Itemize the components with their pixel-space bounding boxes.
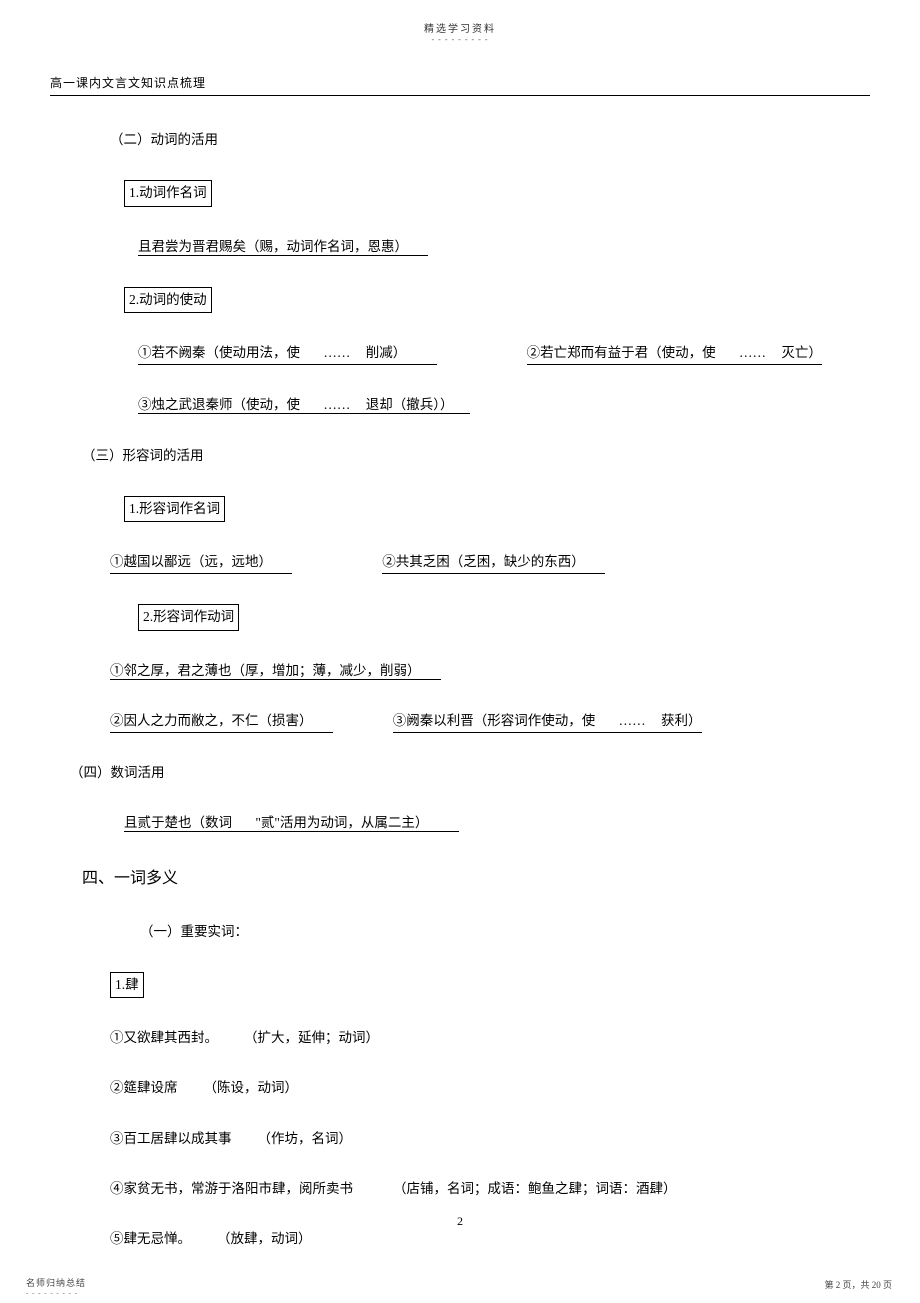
pad bbox=[457, 397, 471, 412]
t: 退却（撤兵）） bbox=[366, 397, 454, 412]
box-verb-as-noun: 1.动词作名词 bbox=[124, 180, 212, 206]
pad bbox=[410, 345, 437, 360]
footer-left: 名师归纳总结 bbox=[26, 1276, 86, 1289]
t: ②因人之力而敝之，不仁（损害） bbox=[110, 713, 306, 728]
pad bbox=[401, 239, 428, 254]
ex-adj-verb-3: ③阙秦以利晋（形容词作使动，使 …… 获利） bbox=[393, 711, 702, 733]
ex-num: 且贰于楚也（数词 "贰"活用为动词，从属二主） bbox=[124, 815, 459, 832]
t: 且贰于楚也（数词 bbox=[124, 815, 232, 830]
box-verb-causative: 2.动词的使动 bbox=[124, 287, 212, 313]
dots: …… bbox=[323, 345, 350, 360]
t: "贰"活用为动词，从属二主） bbox=[255, 815, 428, 830]
footer-left-dashes: - - - - - - - - - bbox=[26, 1289, 78, 1297]
t: ①越国以鄙远（远，远地） bbox=[110, 554, 265, 569]
t: 削减） bbox=[366, 345, 407, 360]
ex-adj-noun-1: ①越国以鄙远（远，远地） bbox=[110, 552, 292, 574]
t: ②若亡郑而有益于君（使动，使 bbox=[527, 345, 716, 360]
document-title: 高一课内文言文知识点梳理 bbox=[50, 74, 870, 96]
ex-adj-noun-2: ②共其乏困（乏困，缺少的东西） bbox=[382, 552, 605, 574]
si-2a: ②筵肆设席 bbox=[110, 1078, 178, 1098]
ex-verb-noun: 且君尝为晋君赐矣（赐，动词作名词，恩惠） bbox=[138, 239, 428, 256]
si-3a: ③百工居肆以成其事 bbox=[110, 1129, 232, 1149]
ex-adj-verb-1: ①邻之厚，君之薄也（厚，增加；薄，减少，削弱） bbox=[110, 663, 441, 680]
section-2-title: （二）动词的活用 bbox=[110, 130, 860, 150]
box-adj-as-noun: 1.形容词作名词 bbox=[124, 496, 225, 522]
si-3b: （作坊，名词） bbox=[258, 1129, 353, 1149]
box-adj-as-verb: 2.形容词作动词 bbox=[138, 604, 239, 630]
si-2b: （陈设，动词） bbox=[204, 1078, 299, 1098]
pad bbox=[414, 663, 441, 678]
pad bbox=[306, 713, 333, 728]
box-si: 1.肆 bbox=[110, 972, 144, 998]
page-header-dashes: - - - - - - - - - bbox=[50, 35, 870, 44]
si-5b: （放肆，动词） bbox=[217, 1229, 312, 1249]
t: ②共其乏困（乏困，缺少的东西） bbox=[382, 554, 578, 569]
pad bbox=[432, 815, 459, 830]
t: ①邻之厚，君之薄也（厚，增加；薄，减少，削弱） bbox=[110, 663, 414, 678]
t: 获利） bbox=[661, 713, 702, 728]
dots: …… bbox=[619, 713, 646, 728]
pad bbox=[265, 554, 292, 569]
si-1b: （扩大，延伸；动词） bbox=[244, 1028, 379, 1048]
ex-caus-1: ①若不阙秦（使动用法，使 …… 削减） bbox=[138, 343, 437, 365]
dots: …… bbox=[739, 345, 766, 360]
page-number: 2 bbox=[0, 1214, 920, 1229]
footer-right: 第 2 页，共 20 页 bbox=[824, 1278, 892, 1291]
si-5a: ⑤肆无忌惮。 bbox=[110, 1229, 191, 1249]
content-area: （二）动词的活用 1.动词作名词 且君尝为晋君赐矣（赐，动词作名词，恩惠） 2.… bbox=[50, 130, 870, 1249]
t: ③阙秦以利晋（形容词作使动，使 bbox=[393, 713, 596, 728]
t: ③烛之武退秦师（使动，使 bbox=[138, 397, 300, 412]
si-1a: ①又欲肆其西封。 bbox=[110, 1028, 218, 1048]
pad bbox=[578, 554, 605, 569]
section-3-title: （三）形容词的活用 bbox=[82, 446, 860, 466]
ex-caus-2: ②若亡郑而有益于君（使动，使 …… 灭亡） bbox=[527, 343, 822, 365]
si-4b: （店铺，名词；成语：鲍鱼之肆；词语：酒肆） bbox=[393, 1179, 677, 1199]
si-4a: ④家贫无书，常游于洛阳市肆，阅所卖书 bbox=[110, 1179, 353, 1199]
section-4-title: （四）数词活用 bbox=[70, 763, 860, 783]
t: ①若不阙秦（使动用法，使 bbox=[138, 345, 300, 360]
ex-text: 且君尝为晋君赐矣（赐，动词作名词，恩惠） bbox=[138, 239, 401, 254]
sub-important-words: （一）重要实词： bbox=[140, 922, 860, 942]
page-header-title: 精选学习资料 bbox=[50, 20, 870, 35]
dots: …… bbox=[323, 397, 350, 412]
t: 灭亡） bbox=[781, 345, 822, 360]
heading-polysemy: 四、一词多义 bbox=[82, 864, 860, 888]
ex-caus-3: ③烛之武退秦师（使动，使 …… 退却（撤兵）） bbox=[138, 397, 470, 414]
ex-adj-verb-2: ②因人之力而敝之，不仁（损害） bbox=[110, 711, 333, 733]
